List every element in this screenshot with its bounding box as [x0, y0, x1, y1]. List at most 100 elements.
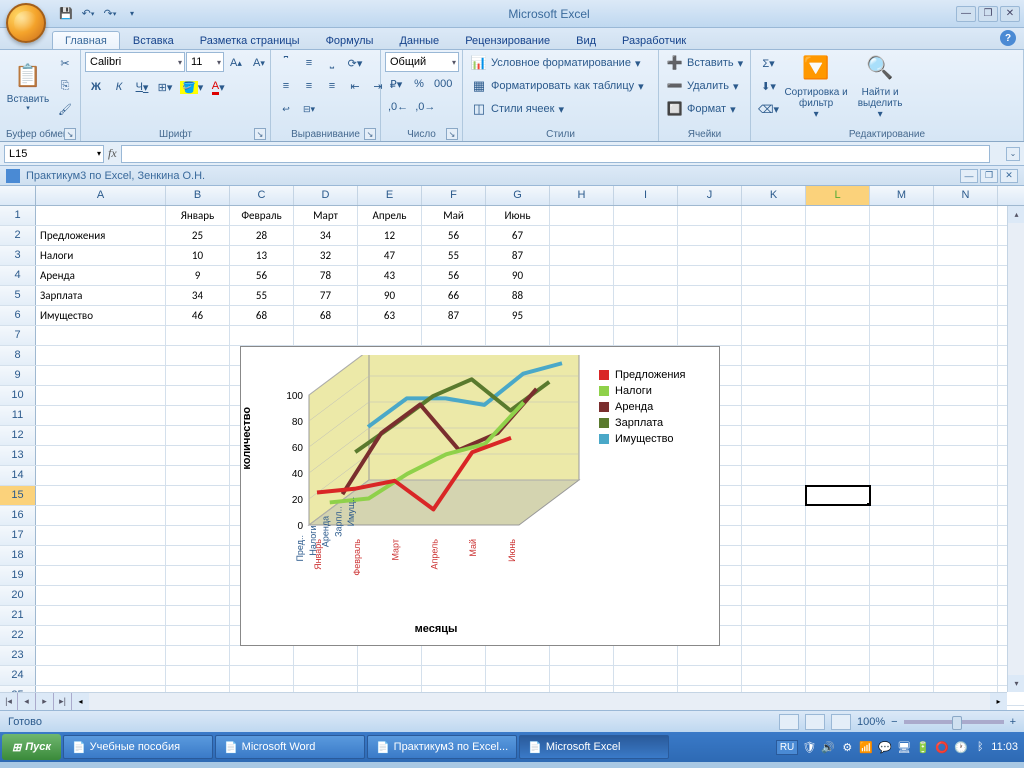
cell-G1[interactable]: Июнь — [486, 206, 550, 225]
cell-E2[interactable]: 12 — [358, 226, 422, 245]
tray-icon[interactable]: 📶 — [858, 739, 874, 755]
indent-dec-button[interactable]: ⇤ — [344, 75, 366, 97]
font-dialog-launcher[interactable]: ↘ — [254, 128, 266, 140]
col-header-K[interactable]: K — [742, 186, 806, 205]
cell-N11[interactable] — [934, 406, 998, 425]
view-layout-button[interactable] — [805, 714, 825, 730]
cell-A21[interactable] — [36, 606, 166, 625]
cell-L22[interactable] — [806, 626, 870, 645]
row-header-6[interactable]: 6 — [0, 306, 36, 325]
cell-B6[interactable]: 46 — [166, 306, 230, 325]
tray-icon[interactable]: 🛡 — [801, 739, 817, 755]
cell-A8[interactable] — [36, 346, 166, 365]
cell-K1[interactable] — [742, 206, 806, 225]
cell-F4[interactable]: 56 — [422, 266, 486, 285]
align-right-button[interactable]: ≡ — [321, 75, 343, 97]
cell-M13[interactable] — [870, 446, 934, 465]
cell-K10[interactable] — [742, 386, 806, 405]
align-dialog-launcher[interactable]: ↘ — [364, 128, 376, 140]
cell-K23[interactable] — [742, 646, 806, 665]
cell-C6[interactable]: 68 — [230, 306, 294, 325]
delete-cells-button[interactable]: ➖Удалить▾ — [663, 75, 743, 97]
cell-D6[interactable]: 68 — [294, 306, 358, 325]
cell-A24[interactable] — [36, 666, 166, 685]
currency-button[interactable]: ₽▾ — [385, 73, 407, 95]
cell-M2[interactable] — [870, 226, 934, 245]
merge-button[interactable]: ⊟▾ — [298, 98, 320, 120]
cell-H1[interactable] — [550, 206, 614, 225]
cell-N21[interactable] — [934, 606, 998, 625]
row-header-8[interactable]: 8 — [0, 346, 36, 365]
cell-A18[interactable] — [36, 546, 166, 565]
cell-A3[interactable]: Налоги — [36, 246, 166, 265]
cell-K6[interactable] — [742, 306, 806, 325]
wrap-text-button[interactable]: ↩ — [275, 98, 297, 120]
format-painter-button[interactable]: 🖌 — [54, 98, 76, 120]
cell-A22[interactable] — [36, 626, 166, 645]
cell-B10[interactable] — [166, 386, 230, 405]
wb-close[interactable]: ✕ — [1000, 169, 1018, 183]
cell-A11[interactable] — [36, 406, 166, 425]
cell-N1[interactable] — [934, 206, 998, 225]
cell-M17[interactable] — [870, 526, 934, 545]
conditional-format-button[interactable]: 📊Условное форматирование▾ — [467, 52, 644, 74]
cell-K24[interactable] — [742, 666, 806, 685]
cell-M21[interactable] — [870, 606, 934, 625]
cell-E1[interactable]: Апрель — [358, 206, 422, 225]
col-header-J[interactable]: J — [678, 186, 742, 205]
cell-I4[interactable] — [614, 266, 678, 285]
cell-N13[interactable] — [934, 446, 998, 465]
cell-B7[interactable] — [166, 326, 230, 345]
cell-A2[interactable]: Предложения — [36, 226, 166, 245]
cell-M6[interactable] — [870, 306, 934, 325]
cell-M8[interactable] — [870, 346, 934, 365]
cell-G2[interactable]: 67 — [486, 226, 550, 245]
cell-B1[interactable]: Январь — [166, 206, 230, 225]
minimize-button[interactable]: — — [956, 6, 976, 22]
tray-icon[interactable]: ᛒ — [972, 739, 988, 755]
worksheet-grid[interactable]: ABCDEFGHIJKLMN 1ЯнварьФевральМартАпрельМ… — [0, 186, 1024, 710]
cell-G7[interactable] — [486, 326, 550, 345]
cell-I6[interactable] — [614, 306, 678, 325]
cell-A15[interactable] — [36, 486, 166, 505]
view-pagebreak-button[interactable] — [831, 714, 851, 730]
cell-L9[interactable] — [806, 366, 870, 385]
cell-K15[interactable] — [742, 486, 806, 505]
cell-N3[interactable] — [934, 246, 998, 265]
cell-L13[interactable] — [806, 446, 870, 465]
cell-I1[interactable] — [614, 206, 678, 225]
cell-A14[interactable] — [36, 466, 166, 485]
cell-D7[interactable] — [294, 326, 358, 345]
cell-I24[interactable] — [614, 666, 678, 685]
cell-K16[interactable] — [742, 506, 806, 525]
row-header-21[interactable]: 21 — [0, 606, 36, 625]
cell-N15[interactable] — [934, 486, 998, 505]
cell-B23[interactable] — [166, 646, 230, 665]
cell-L15[interactable] — [806, 486, 870, 505]
cell-M3[interactable] — [870, 246, 934, 265]
tab-вставка[interactable]: Вставка — [120, 31, 187, 49]
cell-B18[interactable] — [166, 546, 230, 565]
row-header-20[interactable]: 20 — [0, 586, 36, 605]
cell-E3[interactable]: 47 — [358, 246, 422, 265]
cell-H6[interactable] — [550, 306, 614, 325]
cell-L12[interactable] — [806, 426, 870, 445]
cell-N6[interactable] — [934, 306, 998, 325]
row-header-16[interactable]: 16 — [0, 506, 36, 525]
cell-I3[interactable] — [614, 246, 678, 265]
border-button[interactable]: ⊞▾ — [154, 76, 176, 98]
cell-L21[interactable] — [806, 606, 870, 625]
wb-restore[interactable]: ❐ — [980, 169, 998, 183]
clipboard-dialog-launcher[interactable]: ↘ — [64, 128, 76, 140]
col-header-F[interactable]: F — [422, 186, 486, 205]
tab-разработчик[interactable]: Разработчик — [609, 31, 699, 49]
embedded-chart[interactable]: количество 020406080100ЯнварьФевральМарт… — [240, 346, 720, 646]
cell-B13[interactable] — [166, 446, 230, 465]
cell-G5[interactable]: 88 — [486, 286, 550, 305]
col-header-H[interactable]: H — [550, 186, 614, 205]
cell-B22[interactable] — [166, 626, 230, 645]
cell-J3[interactable] — [678, 246, 742, 265]
cell-M19[interactable] — [870, 566, 934, 585]
cell-K19[interactable] — [742, 566, 806, 585]
zoom-slider[interactable] — [904, 720, 1004, 724]
